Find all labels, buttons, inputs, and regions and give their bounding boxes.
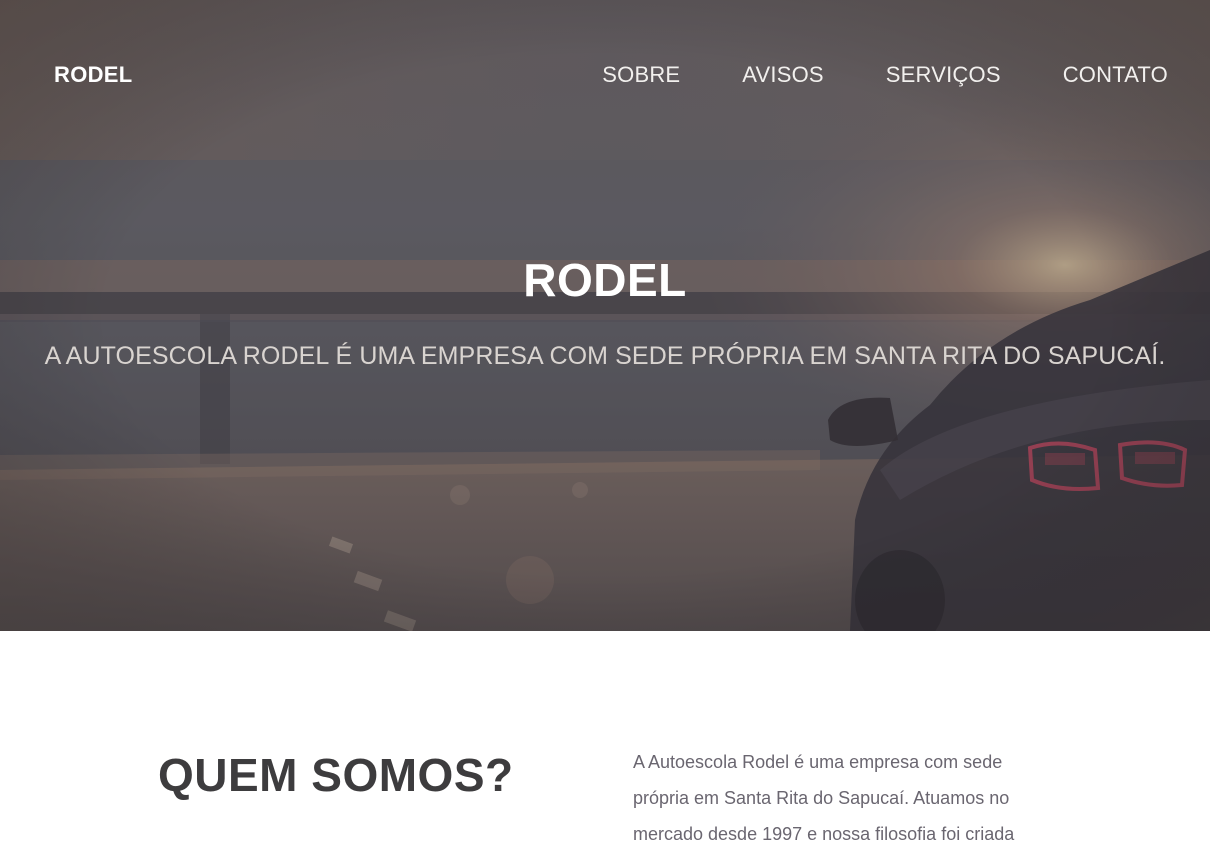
nav-links: SOBRE AVISOS SERVIÇOS CONTATO — [540, 62, 1168, 88]
hero-section: RODEL SOBRE AVISOS SERVIÇOS CONTATO RODE… — [0, 0, 1210, 631]
nav-link-avisos[interactable]: AVISOS — [742, 62, 824, 88]
nav-link-sobre[interactable]: SOBRE — [602, 62, 680, 88]
about-text: A Autoescola Rodel é uma empresa com sed… — [633, 752, 1015, 844]
about-section: QUEM SOMOS? A Autoescola Rodel é uma emp… — [0, 631, 1210, 845]
nav-link-servicos[interactable]: SERVIÇOS — [886, 62, 1001, 88]
top-navbar: RODEL SOBRE AVISOS SERVIÇOS CONTATO — [0, 0, 1210, 150]
nav-link-contato[interactable]: CONTATO — [1063, 62, 1168, 88]
about-heading: QUEM SOMOS? — [158, 749, 514, 801]
hero-subtitle: A AUTOESCOLA RODEL É UMA EMPRESA COM SED… — [44, 342, 1166, 370]
hero-title: RODEL — [523, 254, 687, 306]
brand-logo-link[interactable]: RODEL — [54, 62, 133, 88]
